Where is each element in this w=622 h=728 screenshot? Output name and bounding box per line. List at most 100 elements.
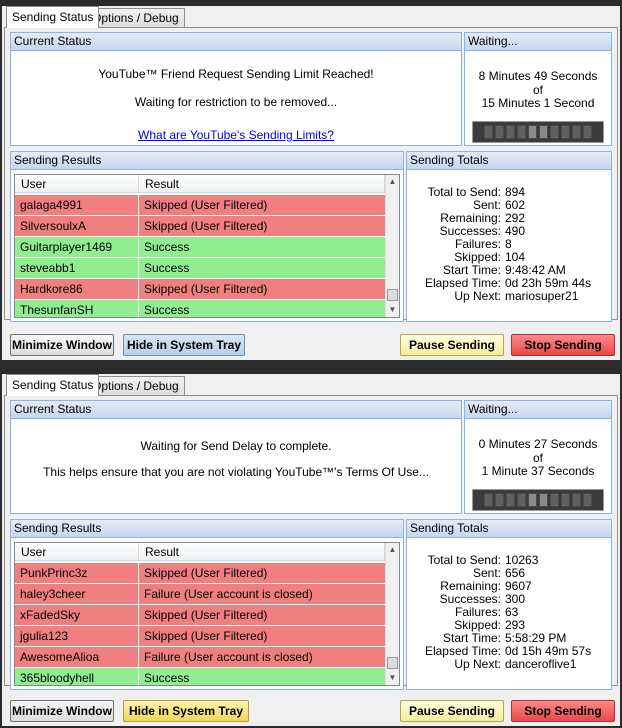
tab-panel: Current Status Waiting for Send Delay to… <box>4 395 618 690</box>
progress-block <box>561 493 570 507</box>
tab-options-debug[interactable]: Options / Debug <box>86 8 185 28</box>
row-result: Skipped (User Filtered) <box>144 608 268 622</box>
table-row[interactable]: AwesomeAlioa Failure (User account is clo… <box>15 647 385 668</box>
totals-list: Total to Send: 894 Sent: 602 Remaining: 292… <box>413 186 607 303</box>
table-row[interactable]: galaga4991 Skipped (User Filtered) <box>15 195 385 216</box>
totals-label: Up Next: <box>454 289 501 303</box>
minimize-window-button[interactable]: Minimize Window <box>10 334 114 356</box>
progress-block <box>572 493 581 507</box>
marquee-progress-bar <box>472 121 604 143</box>
progress-block <box>528 125 537 139</box>
progress-block <box>539 493 548 507</box>
column-header-user[interactable]: User <box>15 543 139 560</box>
row-user: galaga4991 <box>15 195 139 215</box>
current-status-group: Current Status Waiting for Send Delay to… <box>10 400 462 514</box>
results-list[interactable]: User Result PunkPrinc3z Skipped (User Fil… <box>14 542 400 686</box>
sending-totals-header: Sending Totals <box>407 152 611 170</box>
table-row[interactable]: jgulia123 Skipped (User Filtered) <box>15 626 385 647</box>
sending-results-group: Sending Results User Result PunkPrinc3z S… <box>10 519 404 690</box>
waiting-of: of <box>532 83 543 97</box>
table-row[interactable]: haley3cheer Failure (User account is clos… <box>15 584 385 605</box>
hide-in-system-tray-button[interactable]: Hide in System Tray <box>123 700 249 722</box>
hide-in-system-tray-button[interactable]: Hide in System Tray <box>123 334 245 356</box>
stop-sending-button[interactable]: Stop Sending <box>511 700 615 722</box>
progress-block <box>550 125 559 139</box>
status-message-line2: This helps ensure that you are not viola… <box>43 465 429 479</box>
sending-results-group: Sending Results User Result galaga4991 Sk… <box>10 151 404 322</box>
table-row[interactable]: Guitarplayer1469 Success <box>15 237 385 258</box>
progress-block <box>583 125 592 139</box>
table-row[interactable]: PunkPrinc3z Skipped (User Filtered) <box>15 563 385 584</box>
sending-limits-link[interactable]: What are YouTube's Sending Limits? <box>138 128 334 142</box>
waiting-header: Waiting... <box>465 401 611 419</box>
sending-totals-group: Sending Totals Total to Send: 894 Sent: 60… <box>406 151 612 322</box>
row-result: Success <box>144 671 190 685</box>
row-user: PunkPrinc3z <box>15 563 139 583</box>
column-header-result[interactable]: Result <box>139 175 385 192</box>
tab-sending-status[interactable]: Sending Status <box>6 374 100 396</box>
tab-panel: Current Status YouTube™ Friend Request S… <box>4 27 618 322</box>
row-user: SilversoulxA <box>15 216 139 236</box>
column-header-user[interactable]: User <box>15 175 139 192</box>
marquee-progress-bar <box>472 489 604 511</box>
minimize-window-button[interactable]: Minimize Window <box>10 700 114 722</box>
waiting-group: Waiting... 8 Minutes 49 Seconds of 15 Mi… <box>464 32 612 146</box>
totals-row: Up Next: danceroflive1 <box>413 658 607 671</box>
pause-sending-button[interactable]: Pause Sending <box>400 334 504 356</box>
progress-block <box>495 125 504 139</box>
progress-block <box>506 125 515 139</box>
progress-block <box>561 125 570 139</box>
row-user: Hardkore86 <box>15 279 139 299</box>
progress-block <box>517 493 526 507</box>
vertical-scrollbar[interactable]: ▲ ▼ <box>385 175 399 317</box>
pause-sending-button[interactable]: Pause Sending <box>400 700 504 722</box>
table-row[interactable]: 365bloodyhell Success <box>15 668 385 685</box>
current-status-header: Current Status <box>11 33 461 51</box>
status-message-line1: YouTube™ Friend Request Sending Limit Re… <box>98 67 374 81</box>
sending-totals-group: Sending Totals Total to Send: 10263 Sent:… <box>406 519 612 690</box>
table-row[interactable]: Hardkore86 Skipped (User Filtered) <box>15 279 385 300</box>
current-status-group: Current Status YouTube™ Friend Request S… <box>10 32 462 146</box>
sending-results-header: Sending Results <box>11 152 403 170</box>
row-result: Skipped (User Filtered) <box>144 219 268 233</box>
totals-value: 490 <box>505 224 526 238</box>
totals-list: Total to Send: 10263 Sent: 656 Remaining: 9… <box>413 554 607 671</box>
current-status-header: Current Status <box>11 401 461 419</box>
waiting-of: of <box>532 451 543 465</box>
scroll-thumb[interactable] <box>387 289 398 301</box>
tab-sending-status[interactable]: Sending Status <box>6 6 100 28</box>
scroll-up-arrow-icon[interactable]: ▲ <box>386 543 399 557</box>
row-result: Failure (User account is closed) <box>144 650 313 664</box>
row-user: 365bloodyhell <box>15 668 139 685</box>
stop-sending-button[interactable]: Stop Sending <box>511 334 615 356</box>
waiting-header: Waiting... <box>465 33 611 51</box>
row-result: Skipped (User Filtered) <box>144 198 268 212</box>
scroll-down-arrow-icon[interactable]: ▼ <box>386 303 399 317</box>
row-result: Skipped (User Filtered) <box>144 629 268 643</box>
waiting-elapsed: 8 Minutes 49 Seconds <box>478 69 598 83</box>
row-result: Success <box>144 303 190 317</box>
scroll-up-arrow-icon[interactable]: ▲ <box>386 175 399 189</box>
table-row[interactable]: SilversoulxA Skipped (User Filtered) <box>15 216 385 237</box>
waiting-total: 15 Minutes 1 Second <box>481 96 595 110</box>
progress-block <box>528 493 537 507</box>
vertical-scrollbar[interactable]: ▲ ▼ <box>385 543 399 685</box>
row-user: jgulia123 <box>15 626 139 646</box>
results-rows: galaga4991 Skipped (User Filtered) Silver… <box>15 195 385 317</box>
scroll-down-arrow-icon[interactable]: ▼ <box>386 671 399 685</box>
results-list[interactable]: User Result galaga4991 Skipped (User Filt… <box>14 174 400 318</box>
row-result: Success <box>144 240 190 254</box>
sending-totals-header: Sending Totals <box>407 520 611 538</box>
table-row[interactable]: ThesunfanSH Success <box>15 300 385 317</box>
table-row[interactable]: xFadedSky Skipped (User Filtered) <box>15 605 385 626</box>
progress-block <box>484 125 493 139</box>
progress-block <box>572 125 581 139</box>
progress-block <box>550 493 559 507</box>
tab-options-debug[interactable]: Options / Debug <box>86 376 185 396</box>
totals-label: Up Next: <box>454 657 501 671</box>
column-header-result[interactable]: Result <box>139 543 385 560</box>
table-row[interactable]: steveabb1 Success <box>15 258 385 279</box>
totals-value: mariosuper21 <box>505 289 579 303</box>
scroll-thumb[interactable] <box>387 657 398 669</box>
row-user: AwesomeAlioa <box>15 647 139 667</box>
